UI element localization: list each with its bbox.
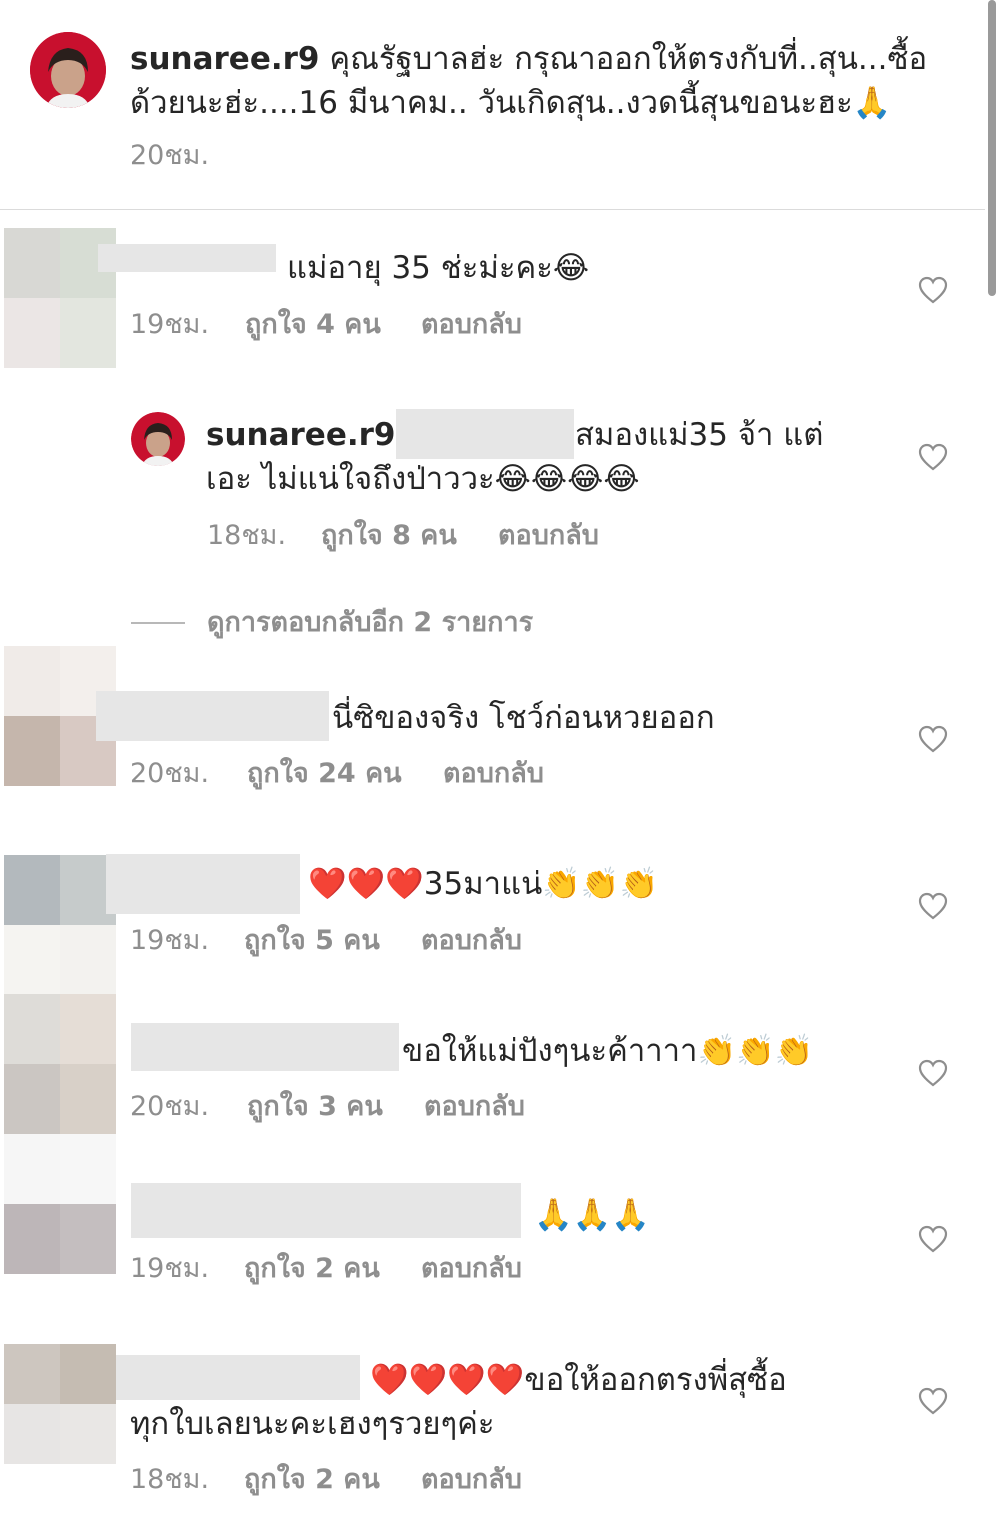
comment-3-time: 20ชม. [130,758,210,789]
comment-7-text-line2: ทุกใบเลยนะคะเฮงๆรวยๆค่ะ [130,1406,495,1442]
comment-6-text: 🙏🙏🙏 [534,1197,650,1233]
comment-2-text-line2: เอะ ไม่แน่ใจถึงป่าววะ😂😂😂😂 [206,461,640,497]
comment-1-reply-button[interactable]: ตอบกลับ [421,308,522,342]
heart-icon[interactable] [918,276,948,304]
comment-7-text-line1: ❤️❤️❤️❤️ขอให้ออกตรงพี่สุซื้อ [370,1362,787,1398]
comment-5-text: ขอให้แม่ปังๆนะค้าาาา👏👏👏 [402,1033,814,1069]
comment-4-time: 19ชม. [130,925,210,956]
comment-7-time: 18ชม. [130,1464,210,1495]
comment-2-text-line1: สมองแม่35 จ้า แต่ [575,417,824,453]
comment-4-meta: 19ชม. ถูกใจ 5 คน ตอบกลับ [130,924,630,958]
avatar-image [30,32,106,108]
username-blurred [106,854,300,914]
comment-7-meta: 18ชม. ถูกใจ 2 คน ตอบกลับ [130,1463,630,1497]
avatar-pixelated [4,1134,116,1274]
caption-divider [0,209,985,210]
heart-icon[interactable] [918,725,948,753]
comment-3-likes[interactable]: ถูกใจ 24 คน [247,757,402,791]
mention-blurred [396,409,574,459]
comment-4-likes[interactable]: ถูกใจ 5 คน [244,924,380,958]
caption-username[interactable]: sunaree.r9 [130,41,319,77]
comment-2-reply-button[interactable]: ตอบกลับ [498,519,599,553]
comment-2-likes[interactable]: ถูกใจ 8 คน [321,519,457,553]
heart-icon[interactable] [918,892,948,920]
comment-6-reply-button[interactable]: ตอบกลับ [421,1252,522,1286]
comment-5-time: 20ชม. [130,1091,210,1122]
caption-text: sunaree.r9 คุณรัฐบาลฮ่ะ กรุณาออกให้ตรงกั… [130,37,960,125]
comment-5-likes[interactable]: ถูกใจ 3 คน [247,1090,383,1124]
avatar-caption[interactable] [30,32,106,108]
comment-7-likes[interactable]: ถูกใจ 2 คน [244,1463,380,1497]
caption-text-line1: คุณรัฐบาลฮ่ะ กรุณาออกให้ตรงกับที่..สุน..… [319,41,928,77]
comment-5-reply-button[interactable]: ตอบกลับ [424,1090,525,1124]
username-blurred [131,1023,399,1071]
avatar-pixelated [4,994,116,1134]
comment-3-text: นี่ซิของจริง โชว์ก่อนหวยออก [332,700,715,736]
view-replies-button[interactable]: ดูการตอบกลับอีก 2 รายการ [207,606,533,640]
username-blurred [98,244,276,272]
comment-2-meta: 18ชม. ถูกใจ 8 คน ตอบกลับ [207,519,707,553]
comment-1-meta: 19ชม. ถูกใจ 4 คน ตอบกลับ [130,308,630,342]
username-blurred [131,1183,521,1238]
caption-time: 20ชม. [130,140,210,171]
comment-7-text: ❤️❤️❤️❤️ขอให้ออกตรงพี่สุซื้อ ทุกใบเลยนะค… [130,1358,930,1446]
comment-4-reply-button[interactable]: ตอบกลับ [421,924,522,958]
view-replies-line [131,622,185,624]
comment-6-likes[interactable]: ถูกใจ 2 คน [244,1252,380,1286]
heart-icon[interactable] [918,1059,948,1087]
username-blurred [96,691,329,741]
scrollbar[interactable] [988,0,996,296]
avatar-reply[interactable] [131,412,185,466]
comment-5-meta: 20ชม. ถูกใจ 3 คน ตอบกลับ [130,1090,630,1124]
comment-1-likes[interactable]: ถูกใจ 4 คน [245,308,381,342]
comment-1-time: 19ชม. [130,309,210,340]
comment-3-meta: 20ชม. ถูกใจ 24 คน ตอบกลับ [130,757,630,791]
heart-icon[interactable] [918,443,948,471]
heart-icon[interactable] [918,1225,948,1253]
comment-1-text: แม่อายุ 35 ช่ะม่ะคะ😂 [287,250,590,286]
comment-4-text: ❤️❤️❤️35มาแน่👏👏👏 [308,866,659,902]
comment-3-reply-button[interactable]: ตอบกลับ [443,757,544,791]
caption-text-line2: ด้วยนะฮ่ะ....16 มีนาคม.. วันเกิดสุน..งวด… [130,85,892,121]
comment-2-username[interactable]: sunaree.r9 [206,417,395,453]
avatar-pixelated [4,855,116,995]
avatar-pixelated [4,1344,116,1464]
comment-6-meta: 19ชม. ถูกใจ 2 คน ตอบกลับ [130,1252,630,1286]
heart-icon[interactable] [918,1387,948,1415]
avatar-image [131,412,185,466]
comment-2-time: 18ชม. [207,520,287,551]
comment-6-time: 19ชม. [130,1253,210,1284]
comment-7-reply-button[interactable]: ตอบกลับ [421,1463,522,1497]
